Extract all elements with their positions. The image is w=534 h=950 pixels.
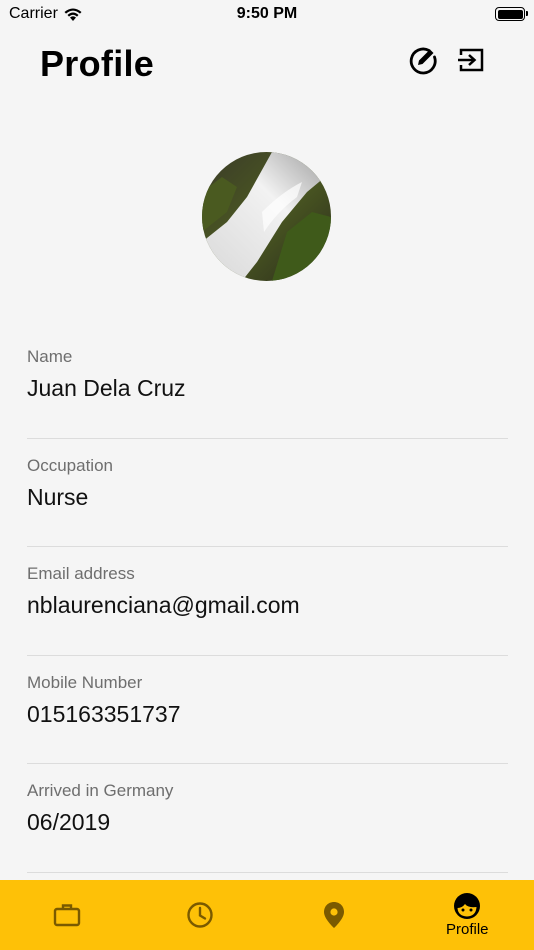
field-value: 06/2019 <box>27 809 111 835</box>
field-value: 015163351737 <box>27 700 181 727</box>
avatar[interactable] <box>202 152 331 281</box>
tab-location[interactable] <box>267 880 401 950</box>
field-label: Name <box>27 347 73 366</box>
field-value: Nurse <box>27 483 89 510</box>
face-icon <box>454 893 481 919</box>
field-email: Email address nblaurenciana@gmail.com <box>27 547 508 656</box>
clock-icon <box>187 902 213 928</box>
field-name: Name Juan Dela Cruz <box>27 330 508 439</box>
field-label: Arrived in Germany <box>27 781 174 800</box>
briefcase-icon <box>53 904 80 927</box>
location-pin-icon <box>323 902 344 928</box>
field-occupation: Occupation Nurse <box>27 439 508 547</box>
logout-button[interactable] <box>456 45 486 75</box>
field-value: Juan Dela Cruz <box>27 375 186 401</box>
field-arrival: Arrived in Germany 06/2019 <box>27 764 508 873</box>
tab-profile[interactable]: Profile <box>401 880 534 950</box>
edit-circle-icon <box>409 47 437 75</box>
tab-history[interactable] <box>134 880 268 950</box>
field-label: Mobile Number <box>27 672 143 692</box>
profile-fields: Name Juan Dela Cruz Occupation Nurse Ema… <box>27 330 508 873</box>
header: Profile <box>0 28 534 98</box>
field-value: nblaurenciana@gmail.com <box>27 592 300 618</box>
field-label: Email address <box>27 564 135 583</box>
clock: 9:50 PM <box>236 5 298 22</box>
tab-label: Profile <box>445 921 489 938</box>
logout-icon <box>458 48 484 72</box>
tab-bar: Profile <box>0 880 534 950</box>
field-label: Occupation <box>27 455 113 475</box>
page-title: Profile <box>40 43 155 84</box>
battery-icon <box>495 7 528 21</box>
avatar-photo <box>202 152 331 281</box>
field-mobile: Mobile Number 015163351737 <box>27 656 508 764</box>
edit-profile-button[interactable] <box>408 45 438 75</box>
status-bar: Carrier 9:50 PM <box>0 0 534 28</box>
tab-jobs[interactable] <box>0 880 134 950</box>
